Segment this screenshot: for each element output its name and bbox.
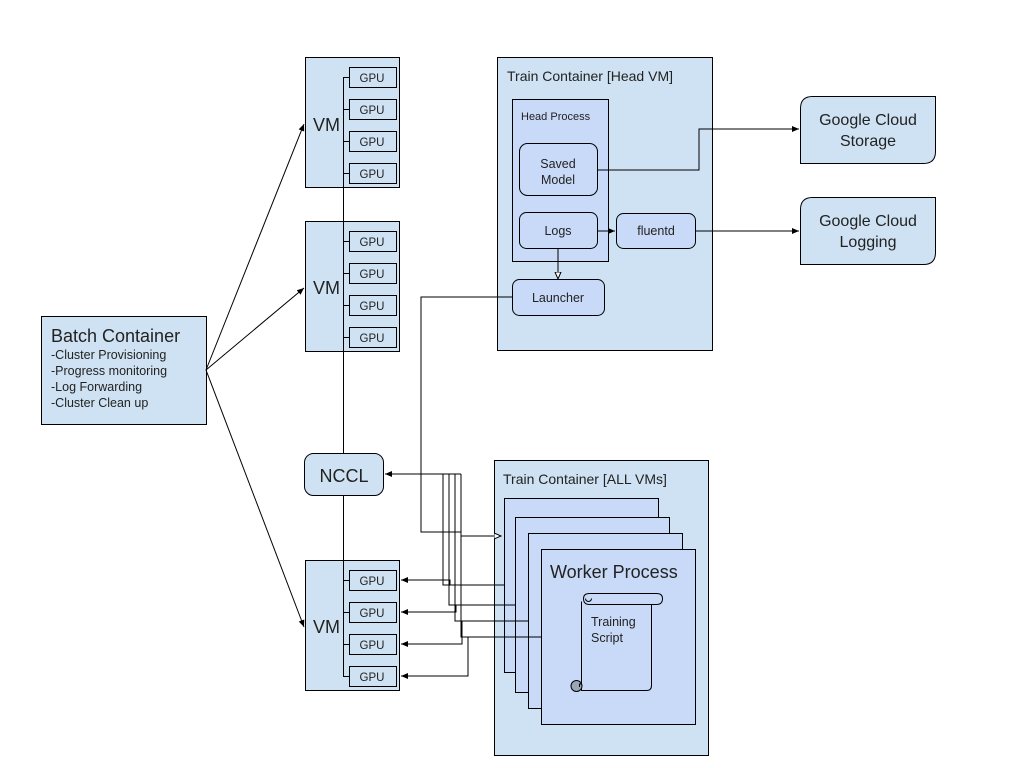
arrow-batch-to-vm1 <box>205 123 305 371</box>
saved-model-box[interactable]: Saved Model <box>519 143 598 196</box>
vm-label: VM <box>313 115 340 135</box>
nccl-label: NCCL <box>319 466 368 486</box>
gpu-label: GPU <box>360 640 385 652</box>
worker2-gpu-link <box>401 605 457 615</box>
training-script-icon: Training Script <box>570 593 664 692</box>
worker-process-title: Worker Process <box>550 562 678 582</box>
gpu-box[interactable]: GPU <box>343 634 397 655</box>
head-process-title: Head Process <box>521 111 591 123</box>
arrow-batch-to-vm3 <box>205 369 305 628</box>
worker4-gpu-link <box>401 637 469 679</box>
gpu-label: GPU <box>360 237 385 249</box>
gpu-label: GPU <box>360 105 385 117</box>
training-script-label: Training <box>591 615 636 629</box>
launcher-label: Launcher <box>532 291 584 305</box>
batch-item: -Progress monitoring <box>51 364 167 378</box>
google-cloud-logging[interactable]: Google Cloud Logging <box>800 197 936 265</box>
fluentd-box[interactable]: fluentd <box>616 213 696 249</box>
gpu-box[interactable]: GPU <box>343 570 397 591</box>
batch-item: -Cluster Provisioning <box>51 348 166 362</box>
batch-container-title: Batch Container <box>51 326 180 346</box>
gpu-label: GPU <box>360 672 385 684</box>
gpu-box[interactable]: GPU <box>343 295 397 316</box>
gpu-box[interactable]: GPU <box>343 99 397 120</box>
saved-model-label: Saved <box>540 157 575 171</box>
gpu-box[interactable]: GPU <box>343 231 397 252</box>
gpu-box[interactable]: GPU <box>343 602 397 623</box>
head-container-title: Train Container [Head VM] <box>507 68 673 84</box>
gpu-box[interactable]: GPU <box>343 163 397 184</box>
gpu-label: GPU <box>360 608 385 620</box>
batch-item: -Cluster Clean up <box>51 396 148 410</box>
gpu-box[interactable]: GPU <box>343 263 397 284</box>
logging-label: Google Cloud <box>819 213 917 230</box>
saved-model-label: Model <box>541 173 575 187</box>
arrow-batch-to-vm2 <box>205 287 305 371</box>
vm-label: VM <box>313 617 340 637</box>
vm-label: VM <box>313 278 340 298</box>
logs-label: Logs <box>544 224 571 238</box>
gpu-label: GPU <box>360 73 385 85</box>
launcher-box[interactable]: Launcher <box>512 279 605 316</box>
gpu-label: GPU <box>360 301 385 313</box>
google-cloud-storage[interactable]: Google Cloud Storage <box>800 96 936 164</box>
gpu-box[interactable]: GPU <box>343 67 397 88</box>
gpu-box[interactable]: GPU <box>343 327 397 348</box>
all-vms-container-title: Train Container [ALL VMs] <box>503 471 667 487</box>
worker3-gpu-link <box>401 621 463 647</box>
batch-container[interactable]: Batch Container -Cluster Provisioning -P… <box>41 316 207 425</box>
fluentd-label: fluentd <box>637 224 675 238</box>
batch-item: -Log Forwarding <box>51 380 142 394</box>
logs-box[interactable]: Logs <box>519 212 598 249</box>
gpu-label: GPU <box>360 137 385 149</box>
gpu-label: GPU <box>360 333 385 345</box>
storage-label: Google Cloud <box>819 112 917 129</box>
architecture-diagram: Batch Container -Cluster Provisioning -P… <box>41 57 936 756</box>
gpu-label: GPU <box>360 269 385 281</box>
gpu-box[interactable]: GPU <box>343 131 397 152</box>
storage-label: Storage <box>840 133 896 150</box>
logging-label: Logging <box>840 234 897 251</box>
gpu-label: GPU <box>360 576 385 588</box>
gpu-box[interactable]: GPU <box>343 666 397 687</box>
gpu-label: GPU <box>360 169 385 181</box>
nccl-box[interactable]: NCCL <box>304 453 384 496</box>
training-script-label: Script <box>591 631 623 645</box>
